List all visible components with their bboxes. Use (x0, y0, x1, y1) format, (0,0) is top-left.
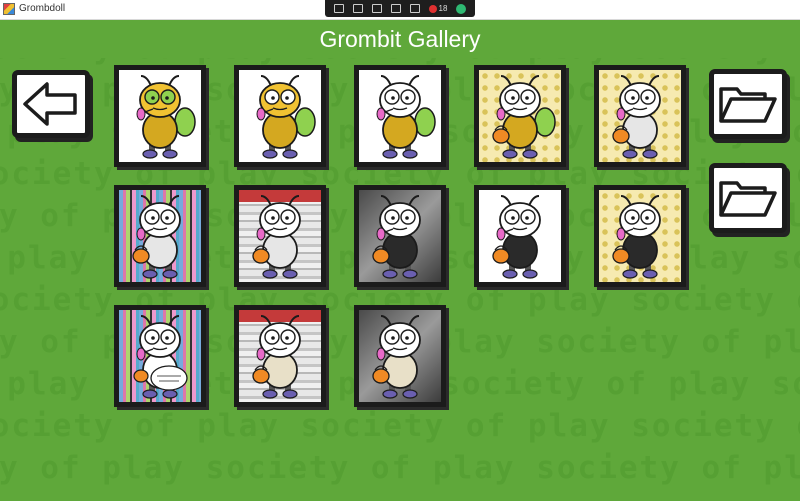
grombit-character (612, 75, 661, 159)
gallery-tile[interactable] (474, 185, 566, 287)
folder-icon (719, 87, 777, 123)
gallery-tile[interactable] (234, 185, 326, 287)
grombit-character (252, 195, 301, 279)
grombit-character (252, 315, 301, 399)
grombit-character (492, 75, 556, 159)
grombit-character (133, 315, 188, 399)
grombit-character (492, 195, 541, 279)
gallery-tile[interactable] (114, 65, 206, 167)
rec-dot-icon (428, 4, 437, 13)
xbox-social-icon[interactable] (409, 4, 420, 13)
gallery-tile[interactable] (114, 185, 206, 287)
back-button[interactable] (12, 70, 90, 138)
gallery-tile[interactable] (354, 185, 446, 287)
window-title: Grombdoll (19, 3, 66, 14)
gallery-tile[interactable] (114, 305, 206, 407)
grombit-character (372, 315, 421, 399)
gallery-tile[interactable] (234, 305, 326, 407)
page-title: Grombit Gallery (319, 26, 481, 52)
gallery-tile[interactable] (474, 65, 566, 167)
background-text-row: society of play society of play society … (0, 450, 800, 486)
grombit-character (136, 75, 196, 159)
grombit-character (132, 195, 181, 279)
folder-icon (719, 181, 777, 217)
grombit-character (376, 75, 436, 159)
gallery-tile[interactable] (594, 65, 686, 167)
record-icon[interactable] (352, 4, 363, 13)
capture-icon[interactable] (333, 4, 344, 13)
grombit-character (256, 75, 316, 159)
app-icon (3, 3, 15, 15)
open-folder-button-2[interactable] (709, 163, 787, 233)
open-folder-button[interactable] (709, 69, 787, 139)
performance-icon[interactable] (390, 4, 401, 13)
background-text-row: society of play society of play society … (0, 408, 800, 444)
gallery-tile[interactable] (354, 65, 446, 167)
check-icon[interactable] (456, 3, 467, 14)
gallery-tile[interactable] (594, 185, 686, 287)
broadcast-icon[interactable] (371, 4, 382, 13)
fps-counter: 18 (428, 4, 448, 13)
left-arrow-icon (23, 82, 77, 126)
grombit-character (372, 195, 421, 279)
game-bar-overlay: 18 (325, 0, 475, 17)
gallery-tile[interactable] (234, 65, 326, 167)
grombit-character (612, 195, 661, 279)
gallery-tile[interactable] (354, 305, 446, 407)
fps-value: 18 (438, 4, 448, 13)
